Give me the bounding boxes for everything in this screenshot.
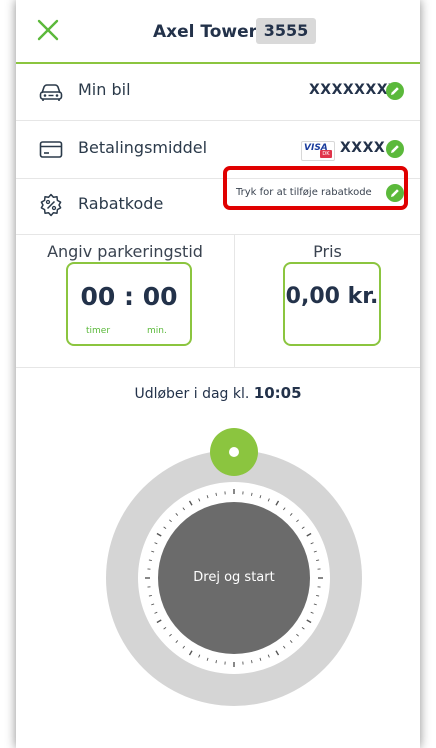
visa-dankort-logo: VISA DK [301, 141, 335, 161]
card-sub-brand: DK [320, 150, 332, 158]
payment-label: Betalingsmiddel [78, 138, 208, 157]
edit-discount-button[interactable] [386, 184, 404, 202]
edit-payment-button[interactable] [386, 140, 404, 158]
minutes-unit: min. [147, 326, 167, 336]
expiry-time: 10:05 [253, 384, 302, 402]
pencil-icon [391, 189, 399, 197]
duration-panel: Angiv parkeringstid 00 : 00 timer min. [16, 234, 235, 368]
expiry-text: Udløber i dag kl. 10:05 [16, 384, 420, 402]
card-number-value: XXXX [340, 140, 386, 156]
close-icon [37, 19, 59, 41]
hours-unit: timer [86, 326, 111, 336]
pencil-icon [391, 87, 399, 95]
price-value: 0,00 kr. [285, 284, 379, 309]
dial-tick [316, 595, 320, 597]
dial-tick [251, 660, 253, 664]
row-car[interactable]: Min bil XXXXXXXX [16, 62, 420, 121]
duration-value: 00 : 00 [80, 282, 178, 311]
duration-label: Angiv parkeringstid [47, 242, 203, 261]
dial-tick [251, 492, 253, 496]
discount-percent-icon [38, 192, 64, 218]
car-label: Min bil [78, 80, 131, 99]
credit-card-icon [38, 136, 64, 162]
price-label: Pris [313, 242, 342, 261]
time-dial[interactable]: Drej og start [16, 428, 420, 748]
add-discount-link[interactable]: Tryk for at tilføje rabatkode [236, 187, 372, 198]
parking-screen: Axel Towers 3555 Min bil XXXXXXXX Betali… [16, 0, 420, 748]
zone-title: Axel Towers [153, 22, 268, 42]
expiry-prefix: Udløber i dag kl. [134, 386, 250, 402]
dial-tick [316, 559, 320, 561]
dial-tick [148, 559, 152, 561]
header: Axel Towers 3555 [16, 0, 420, 64]
edit-car-button[interactable] [386, 82, 404, 100]
price-panel: Pris 0,00 kr. [235, 234, 420, 368]
start-dial-button[interactable]: Drej og start [158, 502, 310, 654]
dial-tick [148, 595, 152, 597]
pencil-icon [391, 145, 399, 153]
price-box: 0,00 kr. [283, 262, 381, 346]
zone-number-badge: 3555 [256, 18, 316, 44]
duration-box: 00 : 00 timer min. [66, 262, 192, 346]
car-icon [38, 78, 64, 104]
dial-handle[interactable] [208, 426, 260, 478]
dial-tick [215, 660, 217, 664]
close-button[interactable] [34, 16, 62, 44]
discount-label: Rabatkode [78, 194, 164, 213]
dial-tick [215, 492, 217, 496]
